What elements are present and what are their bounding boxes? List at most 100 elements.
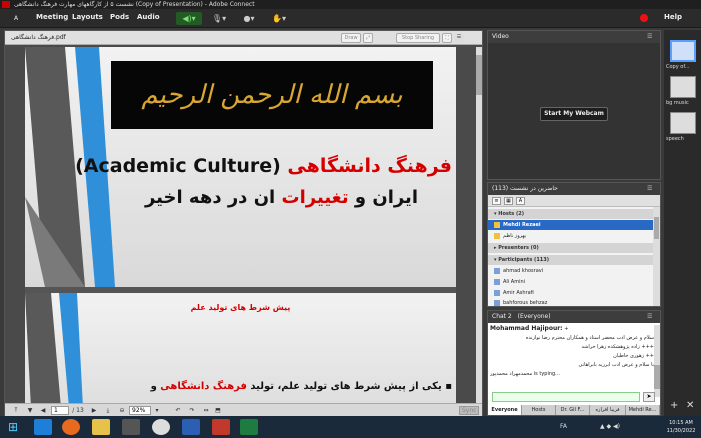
participant-icon bbox=[494, 289, 500, 296]
chat-scrollbar[interactable] bbox=[654, 325, 660, 397]
shared-filename: فرهنگ دانشگاهی.pdf bbox=[11, 34, 66, 41]
chat-text: سلام و عرض ادب محضر استاد و همکاران محتر… bbox=[525, 335, 654, 341]
first-page-icon[interactable]: ⤒ bbox=[11, 406, 21, 415]
video-pod-header: Video ☰ bbox=[488, 31, 660, 43]
scrollbar-thumb[interactable] bbox=[476, 55, 482, 95]
draw-button[interactable]: Draw bbox=[341, 33, 361, 43]
attendee-row[interactable]: ahmad khosravi bbox=[488, 266, 653, 276]
title-english-text: (Academic Culture) bbox=[75, 155, 281, 177]
fit-page-icon[interactable]: ⬒ bbox=[213, 406, 223, 415]
slide-title-line1: فرهنگ دانشگاهی (Academic Culture) bbox=[25, 155, 456, 177]
firefox-icon[interactable] bbox=[62, 419, 80, 435]
menu-layouts[interactable]: Layouts bbox=[72, 13, 103, 21]
layout-thumb[interactable] bbox=[670, 76, 696, 98]
attendee-row[interactable]: Ali Amini bbox=[488, 277, 653, 287]
word-icon[interactable] bbox=[182, 419, 200, 435]
start-webcam-button[interactable]: Start My Webcam bbox=[540, 107, 608, 121]
chat-pod-title: Chat 2 bbox=[492, 313, 512, 320]
participants-section-header[interactable]: ▾ Participants (113) bbox=[488, 255, 653, 265]
last-page-icon[interactable]: ⤓ bbox=[103, 406, 113, 415]
keyboard-language[interactable]: FA bbox=[560, 423, 567, 430]
fullscreen-icon[interactable]: ⤢ bbox=[363, 33, 373, 43]
participant-icon bbox=[494, 278, 500, 285]
menu-help[interactable]: Help bbox=[664, 13, 682, 21]
maximize-icon[interactable]: ⛶ bbox=[442, 33, 452, 43]
clock[interactable]: 10:15 AM 11/30/2022 bbox=[662, 419, 700, 435]
chat-message: +++ زاده پژوهشکده زهرا خراشد bbox=[490, 344, 655, 350]
slide-scrollbar[interactable] bbox=[476, 47, 482, 403]
chat-scope: (Everyone) bbox=[517, 313, 551, 320]
file-explorer-icon[interactable] bbox=[92, 419, 110, 435]
next-page-icon[interactable]: ◀ bbox=[38, 406, 48, 415]
grid-view-icon[interactable]: ▦ bbox=[504, 197, 513, 205]
sync-button[interactable]: Sync bbox=[459, 406, 479, 415]
stop-sharing-button[interactable]: Stop Sharing bbox=[396, 33, 440, 43]
chat-tab-private[interactable]: فریبا افرازه bbox=[590, 405, 626, 415]
app-icon[interactable] bbox=[122, 419, 140, 435]
record-icon[interactable] bbox=[640, 14, 648, 22]
attendee-row[interactable]: Amir Ashrafi bbox=[488, 288, 653, 298]
prev-page-icon[interactable]: ▼ bbox=[25, 406, 35, 415]
rotate-right-icon[interactable]: ↷ bbox=[187, 406, 197, 415]
chat-message: سلام و عرض ادب محضر استاد و همکاران محتر… bbox=[490, 335, 654, 341]
attendees-pod-title: حاضرین در نشست (113) bbox=[492, 185, 558, 192]
zoom-dropdown-icon[interactable]: ▾ bbox=[153, 406, 161, 415]
menu-meeting[interactable]: Meeting bbox=[36, 13, 68, 21]
chrome-icon[interactable] bbox=[152, 419, 170, 435]
edge-icon[interactable] bbox=[34, 419, 52, 435]
zoom-select[interactable]: 92% bbox=[129, 406, 151, 415]
send-message-icon[interactable]: ➤ bbox=[643, 392, 655, 402]
hosts-section-header[interactable]: ▾ Hosts (2) bbox=[488, 209, 653, 219]
attendee-row[interactable]: بهروز ناظم bbox=[488, 231, 653, 241]
webcam-icon[interactable]: ●▾ bbox=[236, 12, 262, 25]
slide-title-line2: ایران و تغییرات ان در دهه اخیر bbox=[25, 187, 456, 208]
zoom-out-icon[interactable]: ⊖ bbox=[117, 406, 127, 415]
host-icon bbox=[494, 221, 500, 228]
presenters-section-header[interactable]: ▸ Presenters (0) bbox=[488, 243, 653, 253]
chat-input[interactable] bbox=[492, 392, 640, 402]
pod-options-icon[interactable]: ☰ bbox=[647, 34, 657, 40]
pod-options-icon[interactable]: ☰ bbox=[647, 186, 657, 192]
menu-audio[interactable]: Audio bbox=[137, 13, 160, 21]
slide-viewer[interactable]: بسم الله الرحمن الرحیم فرهنگ دانشگاهی (A… bbox=[25, 47, 456, 403]
next-icon[interactable]: ▶ bbox=[89, 406, 99, 415]
sort-icon[interactable]: A bbox=[516, 197, 525, 205]
chat-tab-private[interactable]: Mehdi Re... bbox=[626, 405, 660, 415]
slide-2: پیش شرط های تولید علم ▪ یکی از پیش شرط ه… bbox=[25, 293, 456, 403]
layout-label: Copy of... bbox=[666, 64, 690, 70]
windows-start-icon[interactable]: ⊞ bbox=[4, 419, 22, 435]
layout-thumb[interactable] bbox=[670, 112, 696, 134]
chat-tab-hosts[interactable]: Hosts bbox=[522, 405, 556, 415]
raise-hand-icon[interactable]: ✋▾ bbox=[266, 12, 292, 25]
clock-date: 11/30/2022 bbox=[666, 428, 696, 434]
speaker-icon[interactable]: ◀)▾ bbox=[176, 12, 202, 25]
scrollbar-thumb[interactable] bbox=[654, 217, 659, 239]
add-layout-icon[interactable]: + bbox=[670, 400, 678, 411]
title-line2-red: تغییرات bbox=[281, 187, 349, 208]
layout-thumb[interactable] bbox=[670, 40, 696, 62]
scrollbar-thumb[interactable] bbox=[654, 365, 660, 389]
attendee-name: bahforous behzaz bbox=[503, 300, 548, 306]
chat-tab-everyone[interactable]: Everyone bbox=[488, 405, 522, 415]
excel-icon[interactable] bbox=[240, 419, 258, 435]
chat-text: +++ زاده پژوهشکده زهرا خراشد bbox=[581, 344, 655, 350]
attendee-name: بهروز ناظم bbox=[503, 233, 527, 239]
attendee-row[interactable]: Mehdi Rezaei bbox=[488, 220, 653, 230]
typing-text: محمدمهراد محمدپور is typing... bbox=[490, 371, 560, 377]
delete-layout-icon[interactable]: ✕ bbox=[686, 400, 694, 411]
list-view-icon[interactable]: ≡ bbox=[492, 197, 501, 205]
microphone-icon[interactable]: 🎙▾ bbox=[206, 12, 232, 25]
page-number-input[interactable]: 1 bbox=[51, 406, 69, 415]
menu-pods[interactable]: Pods bbox=[110, 13, 129, 21]
chat-tab-private[interactable]: Dr. Gil F... bbox=[556, 405, 590, 415]
chat-message: با سلام و عرض ادب ابرزیه بابراهانی bbox=[490, 362, 654, 368]
host-icon bbox=[494, 232, 500, 239]
adobe-connect-taskbar-icon[interactable] bbox=[212, 419, 230, 435]
pod-options-icon[interactable]: ☰ bbox=[454, 33, 464, 43]
pod-options-icon[interactable]: ☰ bbox=[647, 314, 657, 320]
attendees-scrollbar[interactable] bbox=[653, 207, 660, 306]
rotate-left-icon[interactable]: ↶ bbox=[173, 406, 183, 415]
attendee-row[interactable]: bahforous behzaz bbox=[488, 298, 653, 308]
tray-icons[interactable]: ▲ ◆ ◀) bbox=[600, 423, 620, 430]
fit-width-icon[interactable]: ⇔ bbox=[201, 406, 211, 415]
